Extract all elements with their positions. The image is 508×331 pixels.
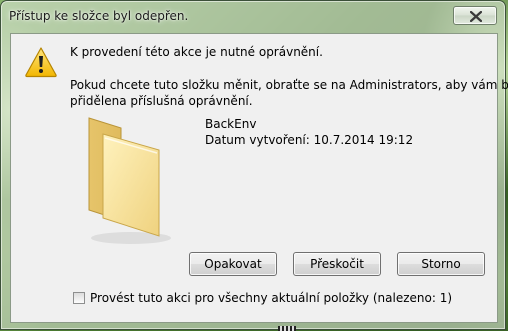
apply-to-all-label[interactable]: Provést tuto akci pro všechny aktuální p…: [90, 291, 452, 305]
dialog-content: K provedení této akce je nutné oprávnění…: [10, 33, 508, 323]
message-body-line1: Pokud chcete tuto složku měnit, obraťte …: [70, 78, 508, 92]
taskbar-fragment: [278, 326, 296, 331]
retry-button[interactable]: Opakovat: [189, 252, 277, 276]
close-icon: [470, 11, 482, 22]
access-denied-dialog: Přístup ke složce byl odepřen. K provede…: [0, 0, 508, 330]
apply-to-all-checkbox[interactable]: [73, 292, 85, 304]
warning-icon: [25, 47, 57, 78]
close-button[interactable]: [453, 6, 497, 25]
window-title: Přístup ke složce byl odepřen.: [9, 9, 189, 23]
skip-button[interactable]: Přeskočit: [293, 252, 381, 276]
folder-name: BackEnv: [205, 117, 257, 131]
folder-icon: [88, 117, 171, 244]
message-body-line2: přidělena příslušná oprávnění.: [70, 94, 253, 108]
message-heading: K provedení této akce je nutné oprávnění…: [70, 45, 323, 59]
folder-created-date: Datum vytvoření: 10.7.2014 19:12: [205, 133, 414, 147]
cancel-button[interactable]: Storno: [397, 252, 485, 276]
